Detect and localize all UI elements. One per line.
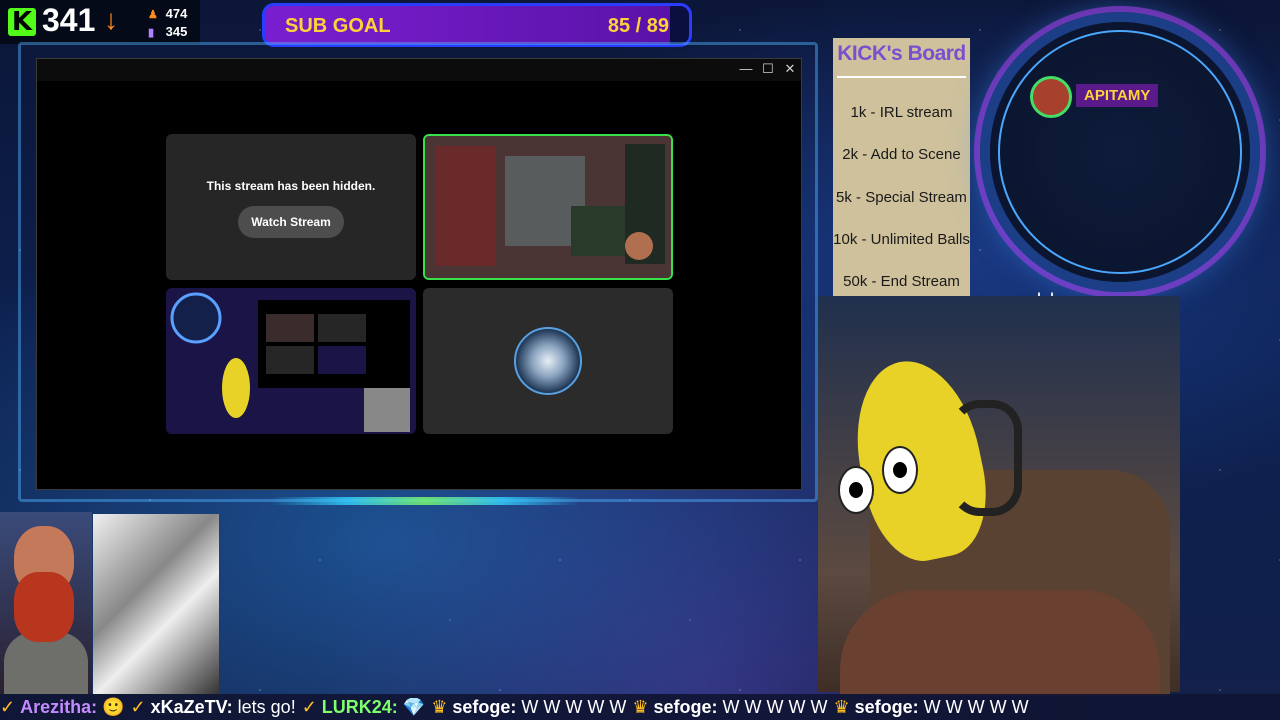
manga-panel-image (93, 514, 219, 694)
chat-message: ✓ LURK24: 💎 (302, 694, 426, 720)
chat-text: 🙂 (97, 697, 125, 717)
person-icon: ♟ (148, 9, 158, 21)
chat-message: ♛ sefoge: W W W W W (833, 694, 1028, 720)
sub-goal-count: 85 / 89 (607, 15, 669, 37)
down-arrow-icon: ↓ (104, 4, 118, 35)
chat-message: ♛ sefoge: W W W W W (431, 694, 626, 720)
stat-value-1: 474 (165, 6, 188, 21)
kick-board-item: 5k - Special Stream (836, 189, 967, 206)
game-stream-tile[interactable] (423, 134, 673, 280)
kick-logo-icon: K (8, 8, 36, 36)
badge-icon: ✓ (130, 697, 151, 717)
streamer-body (840, 590, 1160, 694)
kick-board-divider (837, 76, 966, 78)
badge-icon: ✓ (301, 697, 322, 717)
chat-ticker: ✓ Arezitha: 🙂 ✓ xKaZeTV: lets go! ✓ LURK24… (0, 694, 1280, 720)
headphones-icon (950, 400, 1022, 516)
kick-board-item: 10k - Unlimited Balls (833, 231, 970, 248)
kick-board-item: 2k - Add to Scene (842, 146, 961, 163)
featured-user-avatar (1030, 76, 1072, 118)
maximize-button[interactable]: ☐ (757, 61, 779, 77)
googly-eye-right (882, 446, 918, 494)
watch-stream-button[interactable]: Watch Stream (238, 206, 344, 238)
game-scene-thumbnail (425, 136, 671, 278)
chat-username: LURK24: (321, 697, 398, 717)
audio-only-tile[interactable] (423, 288, 673, 434)
chat-username: Arezitha: (20, 697, 98, 717)
chat-text: W W W W W (717, 697, 828, 717)
chat-message: ✓ Arezitha: 🙂 (0, 694, 125, 720)
minimize-button[interactable]: — (735, 61, 757, 76)
chat-message: ♛ sefoge: W W W W W (632, 694, 827, 720)
hidden-stream-tile: This stream has been hidden. Watch Strea… (166, 134, 416, 280)
sub-goal-bar: SUB GOAL 85 / 89 (262, 3, 692, 47)
chat-username: sefoge: (854, 697, 919, 717)
kick-board-title: KICK's Board (837, 42, 966, 65)
overlay-stream-tile[interactable] (166, 288, 416, 434)
chat-text: 💎 (397, 697, 426, 717)
stream-stats-panel: K 341 ↓ ♟ 474 ▮ 345 (0, 0, 200, 44)
stat-value-2: 345 (165, 24, 188, 39)
chat-text: W W W W W (918, 697, 1029, 717)
chat-username: xKaZeTV: (150, 697, 233, 717)
stat-row-2: ▮ 345 (148, 24, 187, 39)
crown-icon: ♛ (833, 697, 855, 717)
chat-username: sefoge: (452, 697, 517, 717)
stat-row-1: ♟ 474 (148, 6, 187, 21)
participant-avatar (514, 327, 582, 395)
kick-board-item: 1k - IRL stream (850, 104, 953, 121)
chat-text: W W W W W (516, 697, 627, 717)
crown-icon: ♛ (431, 697, 453, 717)
stream-window: — ☐ ✕ This stream has been hidden. Watch… (36, 58, 802, 490)
overlay-stream-thumbnail (166, 288, 416, 434)
chat-username: sefoge: (653, 697, 718, 717)
kick-board-item: 50k - End Stream (843, 273, 960, 290)
guest-beard (14, 572, 74, 642)
chat-message: ✓ xKaZeTV: lets go! (131, 694, 296, 720)
close-button[interactable]: ✕ (779, 61, 801, 77)
googly-eye-left (838, 466, 874, 514)
featured-user-name: APITAMY (1076, 84, 1159, 107)
follower-count: 341 (42, 2, 96, 38)
chat-text: lets go! (232, 697, 296, 717)
window-titlebar[interactable]: — ☐ ✕ (37, 59, 801, 81)
circle-inner-ring (998, 30, 1242, 274)
guest-webcam (0, 512, 92, 694)
crown-icon: ♛ (632, 697, 654, 717)
frame-glow-accent (270, 497, 580, 505)
kick-board: KICK's Board 1k - IRL stream 2k - Add to… (833, 38, 970, 296)
bars-icon: ▮ (148, 27, 155, 39)
badge-icon: ✓ (0, 697, 21, 717)
hidden-stream-message: This stream has been hidden. (206, 179, 376, 193)
sub-goal-label: SUB GOAL (285, 15, 391, 37)
